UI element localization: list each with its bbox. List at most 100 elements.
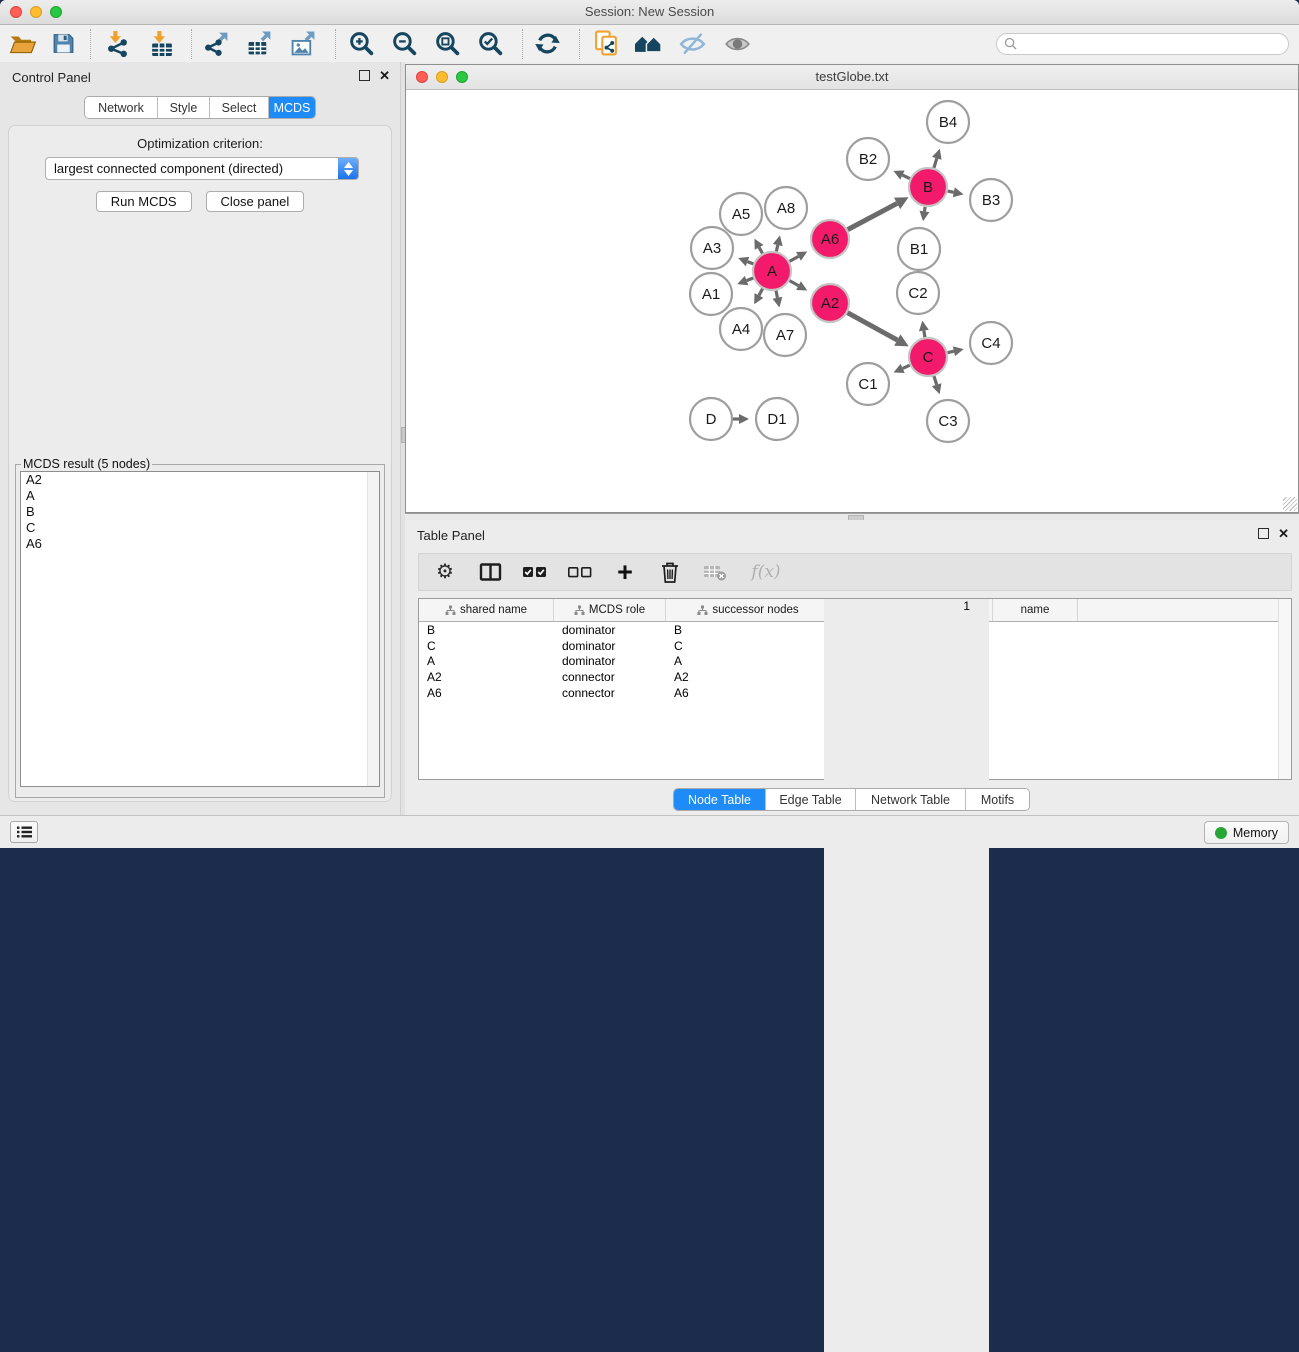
graph-edge-B-B2[interactable] xyxy=(902,175,909,178)
zoom-in-icon xyxy=(348,30,375,57)
network-canvas[interactable]: AA1A2A3A4A5A6A7A8BB1B2B3B4CC1C2C3C4DD1 xyxy=(406,90,1298,512)
table-cell[interactable]: A xyxy=(666,654,751,668)
criterion-select[interactable]: largest connected component (directed) xyxy=(45,157,359,180)
tab-style[interactable]: Style xyxy=(158,97,210,118)
tab-edge-table[interactable]: Edge Table xyxy=(766,789,856,810)
task-history-button[interactable] xyxy=(10,821,38,843)
table-row[interactable]: A6connector11A6 xyxy=(419,685,1291,701)
graph-edge-A-A7[interactable] xyxy=(776,291,777,298)
graph-edge-A-A8[interactable] xyxy=(776,245,777,251)
tab-node-table[interactable]: Node Table xyxy=(674,789,766,810)
graph-edge-B-B4[interactable] xyxy=(934,158,937,168)
export-image-button[interactable] xyxy=(288,29,318,59)
table-cell[interactable]: C xyxy=(419,639,554,653)
close-panel-icon[interactable]: ✕ xyxy=(379,70,390,81)
column-header-successor-nodes[interactable]: successor nodes xyxy=(666,599,831,621)
plus-icon: + xyxy=(617,562,633,582)
tab-mcds[interactable]: MCDS xyxy=(269,97,315,118)
table-cell[interactable]: 1 xyxy=(824,599,986,1352)
hide-selected-button[interactable] xyxy=(677,29,707,59)
export-network-button[interactable] xyxy=(201,29,231,59)
show-all-button[interactable] xyxy=(722,29,752,59)
table-cell[interactable]: A2 xyxy=(666,670,751,684)
graph-edge-C-C1[interactable] xyxy=(903,365,910,368)
add-column-button[interactable]: + xyxy=(611,557,639,587)
table-cell[interactable]: connector xyxy=(554,686,666,700)
resize-grip-icon[interactable] xyxy=(1283,497,1297,511)
graph-edge-A2-C[interactable] xyxy=(848,313,898,340)
table-cell[interactable]: A6 xyxy=(666,686,751,700)
edge-arrowhead-icon xyxy=(920,211,930,222)
delete-table-button[interactable] xyxy=(701,557,729,587)
import-table-button[interactable] xyxy=(146,29,176,59)
graph-edge-C-C2[interactable] xyxy=(924,331,925,338)
table-cell[interactable]: A6 xyxy=(419,686,554,700)
show-columns-button[interactable] xyxy=(476,557,504,587)
tab-motifs[interactable]: Motifs xyxy=(966,789,1029,810)
graph-edge-C-C4[interactable] xyxy=(948,351,954,352)
mcds-result-list[interactable]: A2ABCA6 xyxy=(20,471,380,787)
network-graph[interactable]: AA1A2A3A4A5A6A7A8BB1B2B3B4CC1C2C3C4DD1 xyxy=(406,90,1298,512)
export-table-button[interactable] xyxy=(244,29,274,59)
zoom-selected-button[interactable] xyxy=(475,29,505,59)
zoom-in-button[interactable] xyxy=(346,29,376,59)
deselect-all-button[interactable] xyxy=(566,557,594,587)
mcds-result-item[interactable]: A6 xyxy=(21,536,379,552)
table-cell[interactable]: C xyxy=(666,639,751,653)
tab-network[interactable]: Network xyxy=(85,97,158,118)
mcds-result-item[interactable]: C xyxy=(21,520,379,536)
table-cell[interactable]: A xyxy=(419,654,554,668)
table-cell[interactable]: connector xyxy=(554,670,666,684)
save-session-button[interactable] xyxy=(48,29,78,59)
search-input[interactable] xyxy=(1021,36,1288,52)
close-panel-button[interactable]: Close panel xyxy=(206,191,305,212)
mcds-result-item[interactable]: A2 xyxy=(21,472,379,488)
float-table-panel-icon[interactable] xyxy=(1258,528,1269,539)
horizontal-split-divider[interactable] xyxy=(405,513,1299,520)
graph-edge-B-B3[interactable] xyxy=(948,191,954,192)
table-cell[interactable]: A2 xyxy=(419,670,554,684)
column-header-shared-name[interactable]: shared name xyxy=(419,599,554,621)
list-scrollbar[interactable] xyxy=(367,472,379,786)
tab-network-table[interactable]: Network Table xyxy=(856,789,966,810)
table-scrollbar[interactable] xyxy=(1278,599,1291,779)
table-cell[interactable]: dominator xyxy=(554,639,666,653)
graph-edge-A-A3[interactable] xyxy=(747,262,753,264)
first-neighbors-button[interactable] xyxy=(633,29,663,59)
new-network-from-selection-icon xyxy=(593,30,620,57)
table-panel: Table Panel ✕ ⚙ xyxy=(405,520,1299,815)
graph-edge-B-B1[interactable] xyxy=(924,207,925,212)
memory-button[interactable]: Memory xyxy=(1204,821,1289,844)
function-builder-button[interactable]: f(x) xyxy=(746,557,786,587)
close-table-panel-icon[interactable]: ✕ xyxy=(1278,528,1289,539)
select-all-button[interactable] xyxy=(521,557,549,587)
import-network-button[interactable] xyxy=(102,29,132,59)
refresh-button[interactable] xyxy=(532,29,562,59)
graph-edge-C-C3[interactable] xyxy=(934,376,937,385)
column-header-MCDS-role[interactable]: MCDS role xyxy=(554,599,666,621)
table-cell[interactable]: B xyxy=(419,623,554,637)
zoom-fit-button[interactable] xyxy=(432,29,462,59)
list-icon xyxy=(16,825,33,839)
table-cell[interactable]: dominator xyxy=(554,623,666,637)
table-cell[interactable]: B xyxy=(666,623,751,637)
run-mcds-button[interactable]: Run MCDS xyxy=(96,191,192,212)
mcds-result-item[interactable]: B xyxy=(21,504,379,520)
table-cell[interactable]: dominator xyxy=(554,654,666,668)
mcds-result-item[interactable]: A xyxy=(21,488,379,504)
new-network-from-selection-button[interactable] xyxy=(591,29,621,59)
graph-edge-A-A4[interactable] xyxy=(759,289,763,296)
graph-edge-A-A1[interactable] xyxy=(747,278,754,281)
graph-edge-A-A5[interactable] xyxy=(759,247,762,253)
open-session-button[interactable] xyxy=(8,29,38,59)
delete-columns-button[interactable] xyxy=(656,557,684,587)
zoom-out-button[interactable] xyxy=(389,29,419,59)
tab-select[interactable]: Select xyxy=(210,97,269,118)
graph-edge-A6-B[interactable] xyxy=(848,203,897,229)
graph-edge-A-A6[interactable] xyxy=(790,256,799,261)
table-options-button[interactable]: ⚙ xyxy=(431,557,459,587)
graph-edge-A-A2[interactable] xyxy=(790,281,799,286)
network-window-titlebar[interactable]: testGlobe.txt xyxy=(406,65,1298,90)
float-panel-icon[interactable] xyxy=(359,70,370,81)
column-header-name[interactable]: name xyxy=(993,599,1078,621)
